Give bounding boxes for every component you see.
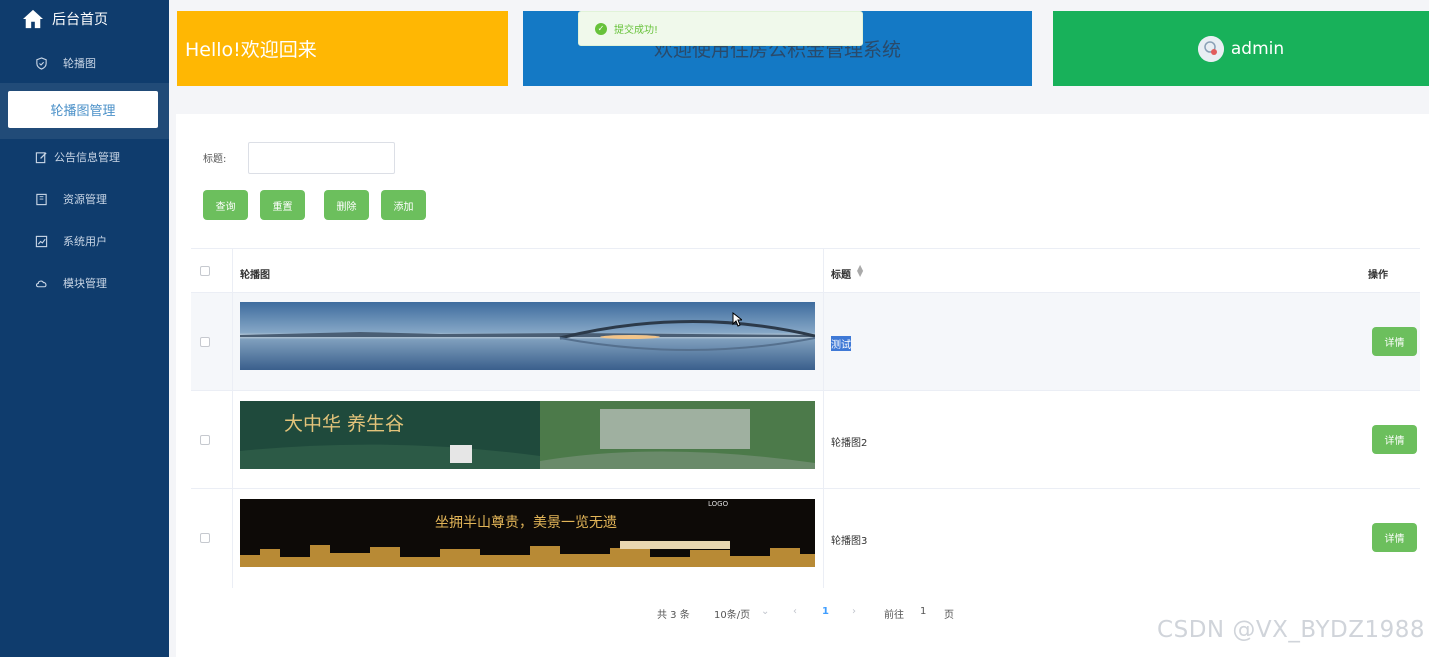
carousel-image-3: LOGO 坐拥半山尊贵，美景一览无遗 <box>240 499 815 567</box>
title-search-input[interactable] <box>248 142 395 174</box>
table-header: 轮播图 标题 ▲ ▼ 操作 <box>191 248 1420 293</box>
search-label: 标题: <box>203 154 227 165</box>
user-card[interactable]: admin <box>1053 11 1429 86</box>
column-divider <box>232 248 233 588</box>
table-row: LOGO 坐拥半山尊贵，美景一览无遗 轮播图3 详情 <box>191 489 1420 587</box>
detail-button[interactable]: 详情 <box>1372 327 1417 356</box>
add-button[interactable]: 添加 <box>381 190 426 220</box>
carousel-image-2: 大中华 养生谷 <box>240 401 815 469</box>
reset-button[interactable]: 重置 <box>260 190 305 220</box>
table-row: 测试 详情 <box>191 293 1420 391</box>
next-page-icon[interactable]: › <box>852 606 856 617</box>
cloud-icon <box>35 280 47 287</box>
pagination-total: 共 3 条 <box>657 610 690 621</box>
row-checkbox[interactable] <box>200 533 210 543</box>
goto-page-input[interactable]: 1 <box>920 606 926 617</box>
mouse-cursor-icon <box>732 312 742 327</box>
sidebar-item-resources[interactable]: 资源管理 <box>0 188 169 210</box>
banner2-heading: 大中华 养生谷 <box>284 413 405 435</box>
sidebar-item-label: 轮播图 <box>63 57 96 70</box>
prev-page-icon[interactable]: ‹ <box>793 606 797 617</box>
sidebar-home[interactable]: 后台首页 <box>22 8 108 30</box>
page-suffix: 页 <box>944 610 954 621</box>
row-checkbox[interactable] <box>200 435 210 445</box>
select-all-checkbox[interactable] <box>200 266 210 276</box>
sidebar-item-users[interactable]: 系统用户 <box>0 230 169 252</box>
delete-button[interactable]: 删除 <box>324 190 369 220</box>
city-night-banner-image <box>240 499 815 567</box>
row-title: 测试 <box>831 336 851 351</box>
banner3-heading: 坐拥半山尊贵，美景一览无遗 <box>435 515 617 531</box>
book-icon <box>36 193 47 205</box>
welcome-card: Hello!欢迎回来 <box>177 11 508 86</box>
query-button[interactable]: 查询 <box>203 190 248 220</box>
column-header-title[interactable]: 标题 <box>831 266 851 281</box>
row-title: 轮播图2 <box>831 438 868 449</box>
edit-icon <box>35 151 47 163</box>
sort-caret-icon[interactable]: ▲ ▼ <box>857 264 863 278</box>
sidebar-subitem-carousel-manage[interactable]: 轮播图管理 <box>8 91 158 128</box>
chevron-down-icon[interactable]: ⌄ <box>761 606 769 617</box>
check-icon: ✓ <box>595 22 607 35</box>
column-divider <box>823 248 824 588</box>
goto-label: 前往 <box>884 610 904 621</box>
sidebar-item-label: 资源管理 <box>63 193 107 206</box>
shield-icon <box>36 56 47 70</box>
column-header-image: 轮播图 <box>240 270 270 281</box>
watermark: CSDN @VX_BYDZ1988 <box>1157 617 1425 643</box>
banner3-logo: LOGO <box>708 500 729 508</box>
row-title: 轮播图3 <box>831 536 868 547</box>
carousel-image-1 <box>240 302 815 370</box>
carousel-table: 轮播图 标题 ▲ ▼ 操作 测试 详情 大中华 养生谷 轮播图2 详情 LOGO… <box>191 248 1420 588</box>
current-page[interactable]: 1 <box>822 606 829 617</box>
sidebar-item-modules[interactable]: 模块管理 <box>0 272 169 294</box>
sidebar-item-label: 模块管理 <box>63 277 107 290</box>
detail-button[interactable]: 详情 <box>1372 523 1417 552</box>
sidebar: 后台首页 轮播图 轮播图管理 公告信息管理 资源管理 系统用户 模块管理 <box>0 0 169 657</box>
page-size-select[interactable]: 10条/页 <box>714 606 750 621</box>
sidebar-item-label: 公告信息管理 <box>54 151 120 164</box>
sidebar-item-label: 系统用户 <box>63 235 107 248</box>
bridge-lake-image <box>240 302 815 370</box>
sidebar-item-notice[interactable]: 公告信息管理 <box>0 146 169 168</box>
sidebar-item-carousel[interactable]: 轮播图 <box>0 52 169 74</box>
success-toast: ✓ 提交成功! <box>578 11 863 46</box>
detail-button[interactable]: 详情 <box>1372 425 1417 454</box>
sidebar-home-label: 后台首页 <box>52 12 108 28</box>
row-checkbox[interactable] <box>200 337 210 347</box>
home-icon <box>23 9 43 29</box>
table-row: 大中华 养生谷 轮播图2 详情 <box>191 391 1420 489</box>
chart-icon <box>35 235 48 247</box>
username: admin <box>1230 38 1285 59</box>
toast-message: 提交成功! <box>614 25 659 36</box>
welcome-text: Hello!欢迎回来 <box>185 39 317 61</box>
column-header-actions: 操作 <box>1368 270 1388 281</box>
avatar <box>1197 35 1224 62</box>
avatar-icon <box>1197 35 1224 62</box>
